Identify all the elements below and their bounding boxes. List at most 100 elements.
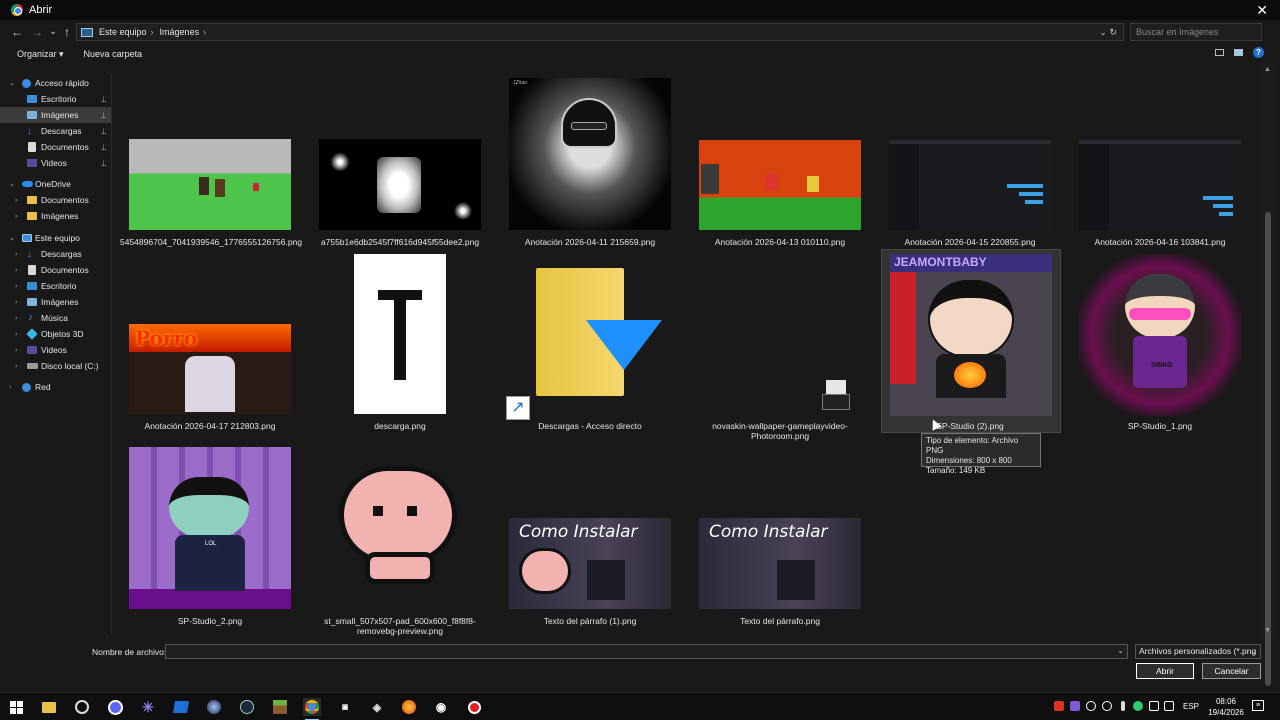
file-tile[interactable]: 5454896704_7041939546_1776555126756.png [120,70,302,250]
up-button[interactable]: ↑ [58,23,76,41]
file-tile[interactable]: Como Instalar Texto del párrafo.png [690,442,870,638]
file-tile[interactable]: JZhao Anotación 2026-04-11 215659.png [500,70,680,250]
file-tile[interactable]: Anotación 2026-04-15 220855.png [880,70,1060,250]
search-input[interactable]: Buscar en Imágenes [1130,23,1262,41]
file-type-filter[interactable]: Archivos personalizados (*.png ⌄ [1135,644,1261,659]
sidebar-item-pc-descargas[interactable]: › ↓ Descargas [0,246,111,262]
tablet-app-icon[interactable] [172,698,190,716]
tray-app-icon[interactable] [1070,701,1080,711]
file-tile[interactable]: novaskin-wallpaper-gameplayvideo-Photoro… [690,252,870,441]
file-tile[interactable]: Como Instalar Texto del párrafo (1).png [500,442,680,638]
sidebar-item-videos[interactable]: Videos ⊥ [0,155,111,171]
chevron-right-icon[interactable]: › [15,299,17,306]
sidebar-item-disco-local[interactable]: › Disco local (C:) [0,358,111,374]
sidebar-item-onedrive[interactable]: ⌄ OneDrive [0,176,111,192]
sidebar-item-pc-documentos[interactable]: › Documentos [0,262,111,278]
scroll-up-icon[interactable]: ▲ [1264,66,1271,73]
sidebar-item-escritorio[interactable]: Escritorio ⊥ [0,91,111,107]
discord-icon[interactable] [106,698,124,716]
notification-icon[interactable]: ≡ [1252,700,1264,711]
file-tile[interactable]: SWAG SP-Studio_1.png [1070,252,1250,434]
globe-icon[interactable] [205,698,223,716]
breadcrumb-imagenes[interactable]: Imágenes [160,27,200,37]
scrollbar-thumb[interactable] [1265,212,1271,686]
back-button[interactable]: ← [8,23,26,41]
chevron-right-icon[interactable]: › [9,384,11,391]
file-tile[interactable]: descarga.png [310,252,490,434]
tray-app-icon[interactable] [1054,701,1064,711]
obs-icon[interactable]: ◉ [432,698,450,716]
file-name: descarga.png [374,421,426,431]
file-tile[interactable]: Porro Anotación 2026-04-17 212803.png [120,252,300,434]
star-app-icon[interactable]: ✳ [139,698,157,716]
breadcrumb-este-equipo[interactable]: Este equipo [99,27,147,37]
chevron-right-icon[interactable]: › [15,267,17,274]
sidebar-item-quick-access[interactable]: ⌄ Acceso rápido [0,75,111,91]
tray-app-icon[interactable] [1102,701,1112,711]
minecraft-icon[interactable] [271,698,289,716]
chevron-down-icon[interactable]: ⌄ [1117,646,1124,655]
sidebar-item-pc-imagenes[interactable]: › Imágenes [0,294,111,310]
help-icon[interactable]: ? [1253,47,1264,58]
preview-pane-icon[interactable] [1234,49,1243,56]
clock[interactable]: 08:06 19/4/2026 [1207,696,1245,718]
chevron-down-icon[interactable]: ⌄ [9,180,15,188]
file-tile-hovered[interactable]: JEAMONTBABY SP-Studio (2).png [881,249,1061,433]
sidebar-item-musica[interactable]: › ♪ Música [0,310,111,326]
chevron-right-icon[interactable]: › [15,363,17,370]
sidebar-item-pc-videos[interactable]: › Videos [0,342,111,358]
record-icon[interactable] [465,698,483,716]
chevron-right-icon[interactable]: › [15,197,17,204]
chrome-taskbar-icon[interactable] [303,698,321,720]
sidebar-item-onedrive-imagenes[interactable]: › Imágenes [0,208,111,224]
tray-app-icon[interactable] [1086,701,1096,711]
file-tile[interactable]: a755b1e6db2545f7ff616d945f55dee2.png [310,70,490,250]
chevron-right-icon[interactable]: › [15,347,17,354]
thumbnail-overlay-text: SWAG [1151,362,1173,369]
paint-icon[interactable]: ◈ [368,698,386,716]
file-tile[interactable]: st_small_507x507-pad_600x600_f8f8f8-remo… [310,442,490,638]
chevron-right-icon[interactable]: › [15,283,17,290]
open-button[interactable]: Abrir [1136,663,1194,679]
change-view-icon[interactable] [1215,49,1224,56]
sidebar-item-onedrive-documentos[interactable]: › Documentos [0,192,111,208]
refresh-icon[interactable]: ⌄ ↻ [1099,27,1117,38]
file-tile[interactable]: ↗ Descargas - Acceso directo [500,252,680,434]
chevron-right-icon[interactable]: › [15,251,17,258]
chevron-right-icon[interactable]: › [15,331,17,338]
network-icon[interactable] [1149,701,1159,711]
sidebar-item-descargas[interactable]: ↓ Descargas ⊥ [0,123,111,139]
file-tile[interactable]: Anotación 2026-04-16 103841.png [1070,70,1250,250]
sidebar-item-imagenes[interactable]: Imágenes ⊥ [0,107,111,123]
windows-start-icon[interactable] [7,698,25,716]
sidebar-item-este-equipo[interactable]: ⌄ Este equipo [0,230,111,246]
sidebar-item-objetos-3d[interactable]: › Objetos 3D [0,326,111,342]
chevron-right-icon[interactable]: › [15,315,17,322]
new-folder-button[interactable]: Nueva carpeta [84,49,143,59]
close-icon[interactable]: ✕ [1256,2,1268,19]
filename-input[interactable]: ⌄ [165,644,1128,659]
cancel-button[interactable]: Cancelar [1202,663,1261,679]
steam-icon[interactable] [238,698,256,716]
sidebar-item-red[interactable]: › Red [0,379,111,395]
file-tile[interactable]: Anotación 2026-04-13 010110.png [690,70,870,250]
chevron-right-icon[interactable]: › [15,213,17,220]
terminal-icon[interactable]: ▣ [336,698,354,716]
sidebar-item-pc-escritorio[interactable]: › Escritorio [0,278,111,294]
chevron-down-icon[interactable]: ⌄ [9,234,15,242]
firefox-icon[interactable] [400,698,418,716]
organize-button[interactable]: Organizar ▾ [17,49,64,60]
sidebar-item-documentos[interactable]: Documentos ⊥ [0,139,111,155]
file-tile[interactable]: LOL SP-Studio_2.png [120,442,300,638]
scroll-down-icon[interactable]: ▼ [1264,627,1271,634]
vertical-scrollbar[interactable]: ▲ ▼ [1262,64,1274,686]
language-indicator[interactable]: ESP [1183,702,1199,711]
microphone-icon[interactable] [1121,701,1125,711]
tray-app-icon[interactable] [1133,701,1143,711]
address-bar[interactable]: Este equipo › Imágenes › ⌄ ↻ [76,23,1124,41]
speaker-icon[interactable] [1164,701,1174,711]
file-explorer-icon[interactable] [40,698,58,716]
settings-icon[interactable] [73,698,91,716]
chevron-down-icon[interactable]: ⌄ [9,79,15,87]
download-arrow-icon: ↓ [27,249,32,260]
